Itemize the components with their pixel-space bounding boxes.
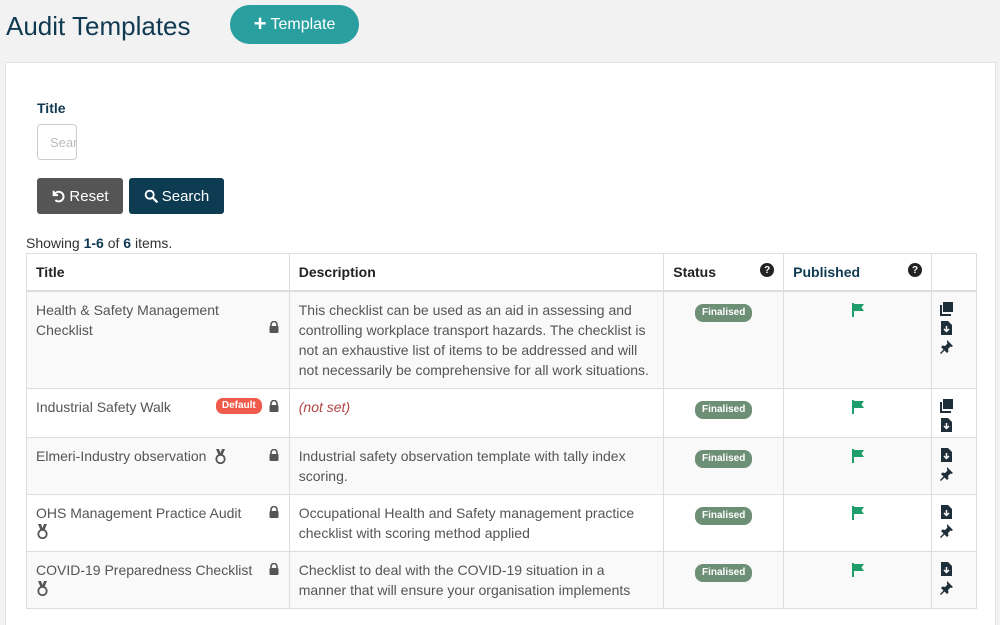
actions-cell [931, 550, 977, 609]
copy-icon[interactable] [940, 301, 954, 316]
status-cell: Finalised [663, 436, 785, 495]
pin-icon[interactable] [940, 339, 954, 354]
published-cell [783, 436, 933, 495]
column-header-published[interactable]: Published? [783, 253, 933, 292]
download-icon[interactable] [940, 447, 953, 462]
flag-icon [851, 505, 865, 525]
status-badge: Finalised [695, 303, 753, 322]
template-title-cell: Industrial Safety Walk Default [26, 387, 290, 438]
flag-icon [851, 399, 865, 419]
published-cell [783, 550, 933, 609]
status-badge: Finalised [695, 449, 753, 468]
lock-icon [268, 505, 280, 518]
pin-icon[interactable] [940, 466, 954, 481]
status-cell: Finalised [663, 550, 785, 609]
table-row: Elmeri-Industry observation Industrial s… [26, 436, 977, 495]
actions-cell [931, 493, 977, 552]
template-title-cell: Health & Safety Management Checklist [26, 290, 290, 389]
published-cell [783, 290, 933, 389]
table-row: Health & Safety Management Checklist Thi… [26, 290, 977, 389]
results-summary: Showing 1-6 of 6 items. [26, 235, 173, 251]
column-header-status[interactable]: Status? [663, 253, 785, 292]
medal-icon [37, 580, 48, 596]
not-set-text: (not set) [298, 398, 351, 415]
flag-icon [851, 448, 865, 468]
published-cell [783, 493, 933, 552]
actions-cell [931, 436, 977, 495]
lock-icon [268, 320, 280, 333]
status-help-icon[interactable]: ? [760, 263, 775, 277]
status-cell: Finalised [663, 290, 785, 389]
template-title[interactable]: Elmeri-Industry observation [36, 448, 206, 464]
template-title[interactable]: Industrial Safety Walk [36, 399, 171, 415]
status-cell: Finalised [663, 493, 785, 552]
download-icon[interactable] [940, 320, 953, 335]
template-description: Industrial safety observation template w… [288, 436, 665, 495]
column-header-title[interactable]: Title [26, 253, 290, 292]
title-filter-label: Title [37, 100, 66, 116]
pin-icon[interactable] [940, 523, 954, 538]
reset-label: Reset [69, 187, 109, 205]
status-badge: Finalised [695, 506, 753, 525]
template-description: Occupational Health and Safety managemen… [288, 493, 665, 552]
lock-icon [268, 399, 280, 412]
title-search-input[interactable]: Search [37, 124, 77, 160]
templates-table: Title Description Status? Published? Hea… [26, 253, 977, 609]
template-title-cell: COVID-19 Preparedness Checklist [26, 550, 290, 609]
flag-icon [851, 562, 865, 582]
undo-icon [53, 190, 65, 203]
table-row: OHS Management Practice Audit Occupation… [26, 493, 977, 552]
medal-icon [215, 449, 226, 465]
template-title-cell: OHS Management Practice Audit [26, 493, 290, 552]
search-button[interactable]: Search [129, 178, 224, 214]
lock-icon [268, 448, 280, 461]
search-icon [144, 189, 158, 203]
published-cell [783, 387, 933, 438]
medal-icon [37, 523, 48, 539]
published-help-icon[interactable]: ? [908, 263, 923, 277]
download-icon[interactable] [940, 504, 953, 519]
column-header-actions [931, 253, 977, 292]
template-description: Checklist to deal with the COVID-19 situ… [288, 550, 665, 609]
template-description: (not set) [288, 387, 665, 438]
default-badge: Default [215, 397, 262, 414]
status-cell: Finalised [663, 387, 785, 438]
lock-icon [268, 562, 280, 575]
copy-icon[interactable] [940, 398, 954, 413]
templates-panel: Title Search Reset Search Showing 1-6 of… [5, 62, 996, 625]
page-title: Audit Templates [6, 11, 191, 41]
add-template-label: Template [270, 15, 336, 33]
template-description: This checklist can be used as an aid in … [288, 290, 665, 389]
download-icon[interactable] [940, 417, 953, 432]
template-title[interactable]: OHS Management Practice Audit [36, 505, 241, 521]
add-template-button[interactable]: + Template [230, 5, 359, 44]
status-badge: Finalised [695, 400, 753, 419]
flag-icon [851, 302, 865, 322]
pin-icon[interactable] [940, 580, 954, 595]
search-label: Search [161, 187, 210, 205]
template-title[interactable]: Health & Safety Management Checklist [36, 302, 219, 338]
table-row: Industrial Safety Walk Default (not set)… [26, 387, 977, 438]
column-header-description[interactable]: Description [288, 253, 665, 292]
status-badge: Finalised [695, 563, 753, 582]
template-title-cell: Elmeri-Industry observation [26, 436, 290, 495]
template-title[interactable]: COVID-19 Preparedness Checklist [36, 562, 252, 578]
download-icon[interactable] [940, 561, 953, 576]
actions-cell [931, 387, 977, 438]
table-row: COVID-19 Preparedness Checklist Checklis… [26, 550, 977, 609]
reset-button[interactable]: Reset [37, 178, 123, 214]
plus-icon: + [253, 10, 267, 36]
actions-cell [931, 290, 977, 389]
